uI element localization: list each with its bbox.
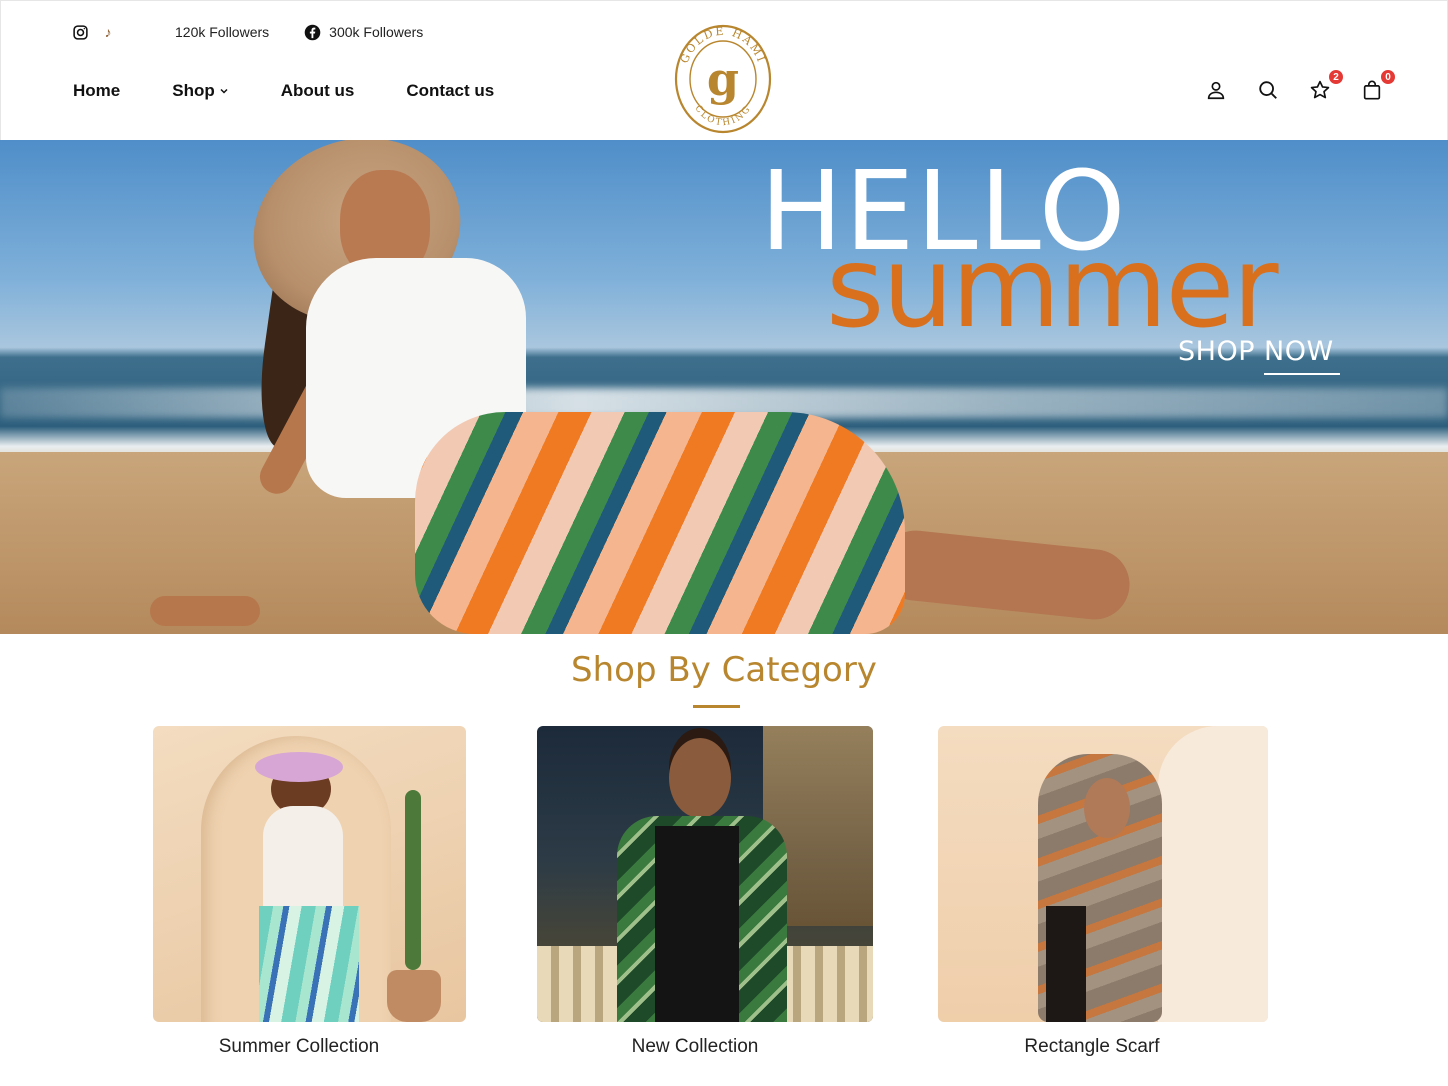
- section-title-underline: [693, 705, 740, 708]
- image-model-coat: [1046, 906, 1086, 1022]
- image-model-top: [263, 806, 343, 916]
- wishlist-button[interactable]: 2: [1307, 68, 1345, 103]
- social-bar: ♪ 120k Followers 300k Followers: [71, 21, 423, 43]
- cart-count-badge: 0: [1379, 68, 1397, 86]
- category-image[interactable]: [537, 726, 873, 1022]
- hero-title-summer: summer: [826, 223, 1278, 353]
- image-cactus: [405, 790, 421, 970]
- facebook-followers: 300k Followers: [303, 23, 423, 41]
- header-actions: 2 0: [1177, 68, 1397, 103]
- site-header: ♪ 120k Followers 300k Followers Home Sho…: [0, 0, 1448, 140]
- nav-shop[interactable]: Shop: [172, 81, 229, 101]
- nav-contact[interactable]: Contact us: [406, 81, 494, 101]
- wishlist-count-badge: 2: [1327, 68, 1345, 86]
- category-label[interactable]: Summer Collection: [153, 1036, 445, 1058]
- logo-bottom-text: CLOTHING: [692, 104, 751, 129]
- category-card-new[interactable]: [537, 726, 873, 1022]
- category-image[interactable]: [153, 726, 466, 1022]
- logo-letter: g: [707, 52, 739, 106]
- chevron-down-icon: [220, 88, 228, 94]
- nav-about[interactable]: About us: [281, 81, 355, 101]
- image-pot: [387, 970, 441, 1022]
- cart-button[interactable]: 0: [1359, 68, 1397, 103]
- facebook-followers-count: 300k Followers: [329, 24, 424, 40]
- main-nav: Home Shop About us Contact us: [73, 81, 546, 101]
- category-image[interactable]: [938, 726, 1268, 1022]
- search-button[interactable]: [1255, 77, 1281, 103]
- svg-text:CLOTHING: CLOTHING: [692, 104, 753, 129]
- user-icon: [1207, 81, 1225, 100]
- nav-shop-label: Shop: [172, 81, 215, 100]
- image-model-face: [1084, 778, 1130, 838]
- tiktok-icon[interactable]: ♪: [99, 23, 117, 41]
- search-icon: [1259, 81, 1277, 99]
- instagram-icon[interactable]: [71, 23, 89, 41]
- star-icon: [1310, 80, 1330, 99]
- image-model-dress: [655, 826, 739, 1022]
- nav-home[interactable]: Home: [73, 81, 120, 101]
- shopping-bag-icon: [1363, 80, 1381, 100]
- hero-model-hand: [150, 596, 260, 626]
- image-model-sarong: [259, 906, 359, 1022]
- shop-now-link[interactable]: SHOP NOW: [1178, 336, 1334, 367]
- category-label[interactable]: Rectangle Scarf: [938, 1036, 1246, 1058]
- category-card-scarf[interactable]: [938, 726, 1268, 1022]
- hero-model-skirt: [415, 412, 905, 634]
- shop-now-underline: [1264, 373, 1340, 375]
- facebook-icon[interactable]: [303, 23, 321, 41]
- tiktok-followers-count: 120k Followers: [175, 24, 270, 40]
- image-model-head: [669, 738, 731, 818]
- account-button[interactable]: [1203, 77, 1229, 103]
- tiktok-followers: 120k Followers: [175, 24, 269, 40]
- category-label[interactable]: New Collection: [537, 1036, 853, 1058]
- image-wall: [1158, 726, 1268, 1022]
- section-title: Shop By Category: [571, 650, 877, 690]
- brand-logo[interactable]: GOLDE HAMI CLOTHING g: [673, 23, 773, 135]
- category-card-summer[interactable]: [153, 726, 466, 1022]
- hero-banner[interactable]: HELLO summer SHOP NOW: [0, 140, 1448, 634]
- image-model-hat: [255, 752, 343, 782]
